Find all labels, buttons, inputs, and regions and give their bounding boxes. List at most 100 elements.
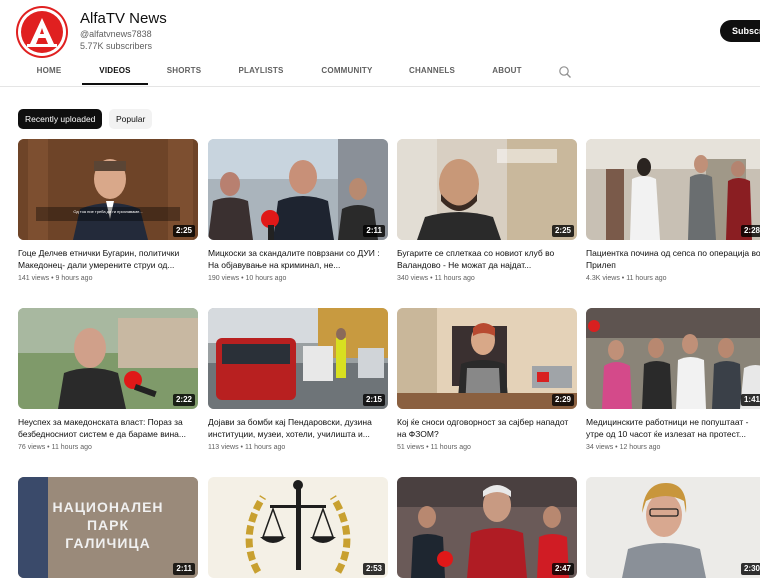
video-meta: 141 views • 9 hours ago xyxy=(18,275,93,282)
video-card[interactable]: 2:22 Неуспех за македонската власт: Пора… xyxy=(18,308,198,453)
upload-age: 10 hours ago xyxy=(245,275,287,282)
tab-shorts[interactable]: SHORTS xyxy=(160,60,208,85)
video-meta: 51 views • 11 hours ago xyxy=(397,444,471,451)
video-card[interactable]: 1:41 Медицинските работници не попуштаат… xyxy=(586,308,760,453)
video-card[interactable]: 2:47 xyxy=(397,477,577,578)
video-meta: 76 views • 11 hours ago xyxy=(18,444,92,451)
tab-channels[interactable]: CHANNELS xyxy=(400,60,464,85)
video-thumbnail[interactable]: 2:15 xyxy=(208,308,388,409)
view-count: 113 views xyxy=(208,444,239,451)
video-thumbnail[interactable]: 2:29 xyxy=(397,308,577,409)
video-duration: 2:25 xyxy=(551,225,574,237)
video-thumbnail[interactable]: НАЦИОНАЛЕН ПАРК ГАЛИЧИЦА 2:11 xyxy=(18,477,198,578)
video-thumbnail[interactable]: 2:47 xyxy=(397,477,577,578)
tab-playlists[interactable]: PLAYLISTS xyxy=(228,60,294,85)
video-duration: 2:47 xyxy=(551,563,574,575)
video-title[interactable]: Медицинските работници не попуштаат - ут… xyxy=(586,416,760,440)
video-duration: 2:15 xyxy=(362,394,385,406)
video-thumbnail[interactable]: 2:28 xyxy=(586,139,760,240)
video-duration: 2:22 xyxy=(172,394,195,406)
video-card[interactable]: 2:30 xyxy=(586,477,760,578)
thumbnail-image: Од тоа ние треба да ги признаваме... xyxy=(18,139,198,240)
upload-age: 11 hours ago xyxy=(434,275,475,282)
alfa-logo-icon xyxy=(27,18,57,47)
video-title[interactable]: Бугарите се сплеткаа со новиот клуб во В… xyxy=(397,247,575,271)
view-count: 141 views xyxy=(18,275,50,282)
upload-age: 12 hours ago xyxy=(619,444,661,451)
video-card[interactable]: 2:25 Бугарите се сплеткаа со новиот клуб… xyxy=(397,139,577,284)
video-duration: 2:53 xyxy=(362,563,385,575)
tab-videos[interactable]: VIDEOS xyxy=(82,60,148,85)
video-card[interactable]: 2:28 Пациентка почина од сепса по операц… xyxy=(586,139,760,284)
view-count: 190 views xyxy=(208,275,240,282)
video-meta: 190 views • 10 hours ago xyxy=(208,275,287,282)
channel-avatar[interactable] xyxy=(18,8,66,56)
chip-popular[interactable]: Popular xyxy=(109,109,153,129)
video-title[interactable]: Гоце Делчев етнички Бугарин, политички М… xyxy=(18,247,196,271)
video-thumbnail[interactable]: 2:30 xyxy=(586,477,760,578)
channel-header: AlfaTV News @alfatvnews7838 5.77K subscr… xyxy=(0,0,760,62)
thumbnail-image: НАЦИОНАЛЕН ПАРК ГАЛИЧИЦА xyxy=(18,477,198,578)
upload-age: 11 hours ago xyxy=(244,444,286,451)
channel-handle: @alfatvnews7838 xyxy=(80,29,152,39)
chip-recently-uploaded[interactable]: Recently uploaded xyxy=(18,109,103,129)
video-duration: 1:41 xyxy=(740,394,760,406)
video-card[interactable]: 2:11 Мицкоски за скандалите поврзани со … xyxy=(208,139,388,284)
view-count: 76 views xyxy=(18,444,46,451)
video-card[interactable]: Од тоа ние треба да ги признаваме... 2:2… xyxy=(18,139,198,284)
video-thumbnail[interactable]: 1:41 xyxy=(586,308,760,409)
video-card[interactable]: 2:15 Дојави за бомби кај Пендаровски, ду… xyxy=(208,308,388,453)
thumbnail-image xyxy=(586,308,760,409)
upload-age: 11 hours ago xyxy=(626,275,667,282)
thumbnail-caption: Од тоа ние треба да ги признаваме... xyxy=(73,209,142,214)
sign-text-line: НАЦИОНАЛЕН xyxy=(52,499,163,515)
video-duration: 2:30 xyxy=(740,563,760,575)
video-duration: 2:29 xyxy=(551,394,574,406)
tab-about[interactable]: ABOUT xyxy=(482,60,532,85)
upload-age: 9 hours ago xyxy=(55,275,93,282)
tab-home[interactable]: HOME xyxy=(24,60,74,85)
channel-name: AlfaTV News xyxy=(80,10,167,27)
sign-text-line: ГАЛИЧИЦА xyxy=(65,535,150,551)
video-card[interactable]: 2:53 xyxy=(208,477,388,578)
thumbnail-image xyxy=(208,477,388,578)
thumbnail-image xyxy=(208,308,388,409)
thumbnail-image xyxy=(208,139,388,240)
video-title[interactable]: Мицкоски за скандалите поврзани со ДУИ :… xyxy=(208,247,386,271)
video-thumbnail[interactable]: Од тоа ние треба да ги признаваме... 2:2… xyxy=(18,139,198,240)
video-meta: 34 views • 12 hours ago xyxy=(586,444,661,451)
video-thumbnail[interactable]: 2:22 xyxy=(18,308,198,409)
subscribe-button[interactable]: Subscribe xyxy=(720,20,760,42)
thumbnail-image xyxy=(18,308,198,409)
video-title[interactable]: Дојави за бомби кај Пендаровски, дузина … xyxy=(208,416,386,440)
thumbnail-image xyxy=(586,139,760,240)
thumbnail-image xyxy=(397,477,577,578)
view-count: 34 views xyxy=(586,444,614,451)
tab-community[interactable]: COMMUNITY xyxy=(312,60,382,85)
video-card[interactable]: НАЦИОНАЛЕН ПАРК ГАЛИЧИЦА 2:11 xyxy=(18,477,198,578)
video-title[interactable]: Неуспех за македонската власт: Пораз за … xyxy=(18,416,196,440)
video-duration: 2:25 xyxy=(172,225,195,237)
upload-age: 11 hours ago xyxy=(430,444,471,451)
subscriber-count: 5.77K subscribers xyxy=(80,41,153,51)
thumbnail-image xyxy=(397,139,577,240)
thumbnail-image xyxy=(586,477,760,578)
search-icon[interactable] xyxy=(558,65,572,79)
video-title[interactable]: Пациентка почина од сепса по операција в… xyxy=(586,247,760,271)
video-thumbnail[interactable]: 2:25 xyxy=(397,139,577,240)
view-count: 4.3K views xyxy=(586,275,620,282)
view-count: 340 views xyxy=(397,275,429,282)
video-thumbnail[interactable]: 2:53 xyxy=(208,477,388,578)
video-duration: 2:11 xyxy=(363,225,385,237)
view-count: 51 views xyxy=(397,444,425,451)
channel-tabs: HOME VIDEOS SHORTS PLAYLISTS COMMUNITY C… xyxy=(0,60,760,87)
video-duration: 2:28 xyxy=(740,225,760,237)
video-meta: 4.3K views • 11 hours ago xyxy=(586,275,667,282)
video-title[interactable]: Кој ќе сноси одговорност за сајбер напад… xyxy=(397,416,575,440)
video-thumbnail[interactable]: 2:11 xyxy=(208,139,388,240)
sign-text-line: ПАРК xyxy=(87,517,129,533)
video-meta: 340 views • 11 hours ago xyxy=(397,275,475,282)
video-meta: 113 views • 11 hours ago xyxy=(208,444,286,451)
video-card[interactable]: 2:29 Кој ќе сноси одговорност за сајбер … xyxy=(397,308,577,453)
video-duration: 2:11 xyxy=(173,563,195,575)
